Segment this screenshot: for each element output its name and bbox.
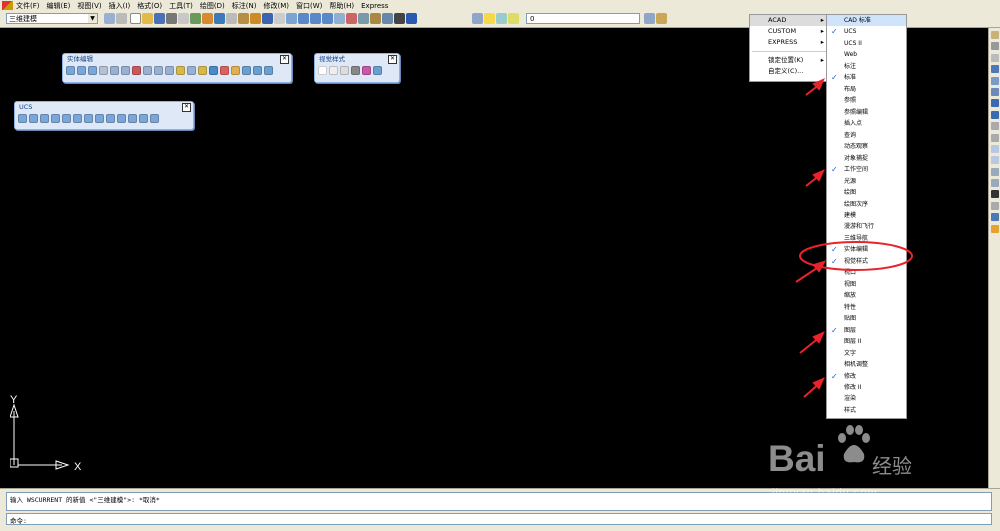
watermark-jingyan: 经验 — [872, 454, 912, 478]
command-prompt: 命令: — [10, 517, 27, 525]
baidu-jingyan-watermark: Bai 经验 jingyan.baidu.com — [768, 420, 943, 515]
watermark-url: jingyan.baidu.com — [772, 487, 878, 499]
watermark-bai: Bai — [768, 438, 826, 479]
paw-logo-icon — [838, 425, 870, 463]
